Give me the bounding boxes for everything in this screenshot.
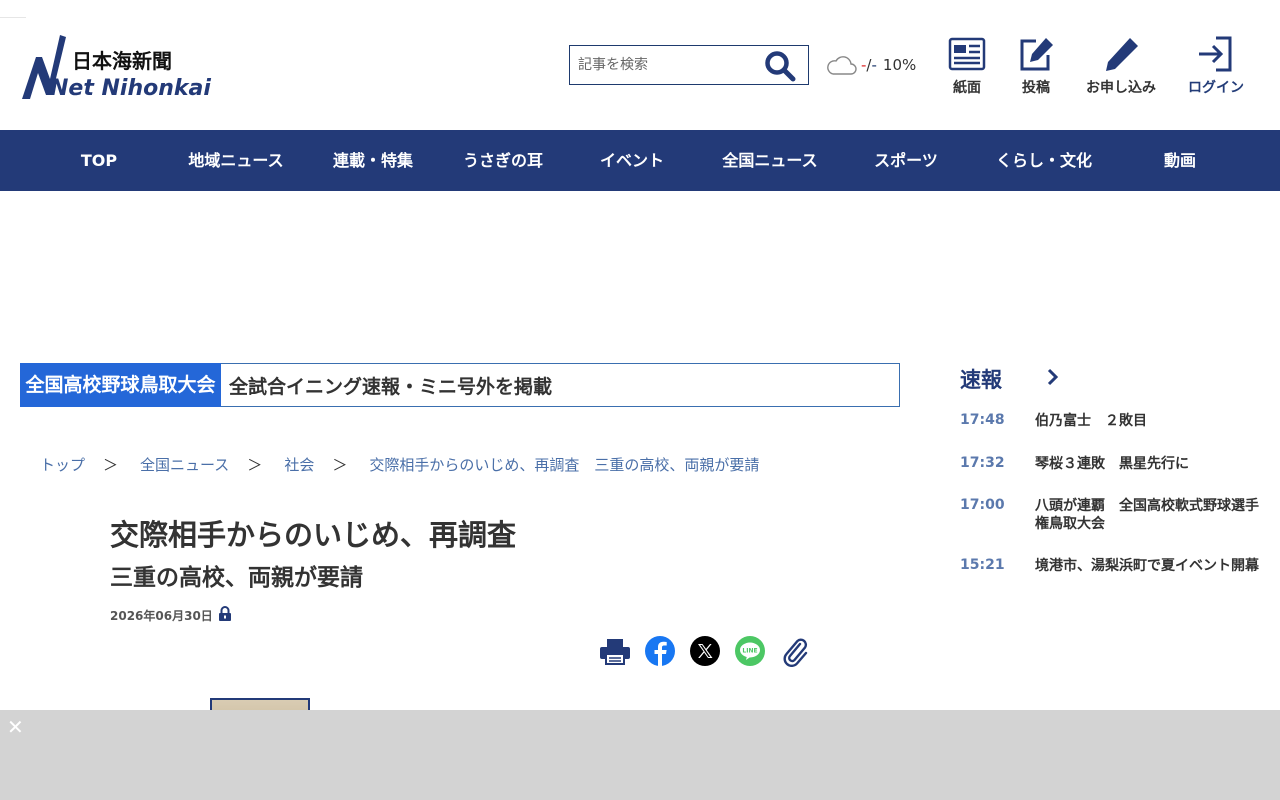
pencil-icon [1106,38,1138,71]
news-headline: 八頭が連覇 全国高校軟式野球選手権鳥取大会 [1035,498,1259,532]
news-time: 17:48 [960,412,1005,428]
article-subtitle: 三重の高校、両親が要請 [110,565,363,591]
print-icon [600,639,630,665]
facebook-icon [645,636,675,666]
logo-en-text: Net Nihonkai [50,76,211,101]
login-label: ログイン [1188,80,1244,96]
login-icon [1199,36,1232,72]
search-icon [765,51,796,82]
site-logo[interactable]: 日本海新聞 Net Nihonkai [20,33,220,103]
search-button[interactable] [764,50,796,82]
apply-link[interactable]: お申し込み [1082,35,1160,97]
x-share-button[interactable] [689,635,721,667]
breadcrumb-society[interactable]: 社会 [284,456,314,474]
lock-icon [219,606,231,621]
baseball-banner[interactable]: 全国高校野球鳥取大会 全試合イニング速報・ミニ号外を掲載 [20,363,900,407]
logo-jp-text: 日本海新聞 [72,49,172,73]
nav-item-series[interactable]: 連載・特集 [313,130,433,191]
site-header: 日本海新聞 Net Nihonkai - / - 10% 紙面 [0,0,1280,130]
nav-item-events[interactable]: イベント [572,130,692,191]
line-icon: LINE [735,636,765,666]
newspaper-icon [948,37,986,71]
x-icon [690,636,720,666]
nav-item-video[interactable]: 動画 [1140,130,1220,191]
breaking-news-heading[interactable]: 速報 [960,364,1002,394]
weather-widget: - / - 10% [825,53,916,77]
nav-item-sports[interactable]: スポーツ [846,130,966,191]
bottom-ad-overlay: ✕ [0,710,1280,800]
print-button[interactable] [599,635,631,667]
article-date: 2026年06月30日 [110,609,213,623]
weather-rain: 10% [882,56,917,74]
main-nav: TOP 地域ニュース 連載・特集 うさぎの耳 イベント 全国ニュース スポーツ … [0,130,1280,191]
news-time: 15:21 [960,557,1005,573]
weather-low: - [871,56,877,74]
search-input[interactable] [570,47,750,83]
nav-item-lifestyle[interactable]: くらし・文化 [984,130,1104,191]
nav-item-usagi[interactable]: うさぎの耳 [443,130,563,191]
breadcrumb-top[interactable]: トップ [40,456,85,474]
paper-label: 紙面 [953,80,981,96]
banner-text: 全試合イニング速報・ミニ号外を掲載 [229,375,553,398]
article-title: 交際相手からのいじめ、再調査 [110,518,517,552]
breadcrumb-current[interactable]: 交際相手からのいじめ、再調査 三重の高校、両親が要請 [369,456,759,474]
news-time: 17:00 [960,497,1005,513]
line-share-button[interactable]: LINE [734,635,766,667]
copy-link-button[interactable] [779,635,811,668]
cloud-icon [827,56,857,75]
nav-item-local-news[interactable]: 地域ニュース [176,130,296,191]
clip-icon [783,638,808,668]
news-headline: 琴桜３連敗 黒星先行に [1035,456,1189,472]
breadcrumb-national[interactable]: 全国ニュース [140,456,229,474]
search-box [569,45,809,85]
breadcrumb: トップ ＞ 全国ニュース ＞ 社会 ＞ 交際相手からのいじめ、再調査 三重の高校、両親が要請 [40,454,759,475]
breadcrumb-separator: ＞ [332,456,348,474]
nav-item-top[interactable]: TOP [59,130,139,191]
post-icon [1020,38,1053,71]
svg-text:LINE: LINE [742,648,757,655]
paper-link[interactable]: 紙面 [946,35,988,97]
post-link[interactable]: 投稿 [1016,35,1056,97]
facebook-share-button[interactable] [644,635,676,667]
login-link[interactable]: ログイン [1186,35,1246,97]
chevron-right-icon[interactable] [1046,368,1060,386]
nav-item-national-news[interactable]: 全国ニュース [710,130,830,191]
news-headline: 境港市、湯梨浜町で夏イベント開幕 [1035,558,1259,574]
post-label: 投稿 [1022,80,1050,96]
news-time: 17:32 [960,455,1005,471]
close-icon[interactable]: ✕ [7,715,24,739]
banner-tag: 全国高校野球鳥取大会 [20,363,221,407]
breadcrumb-separator: ＞ [103,456,119,474]
news-headline: 伯乃富士 ２敗目 [1035,413,1147,429]
apply-label: お申し込み [1086,80,1156,96]
breadcrumb-separator: ＞ [247,456,263,474]
